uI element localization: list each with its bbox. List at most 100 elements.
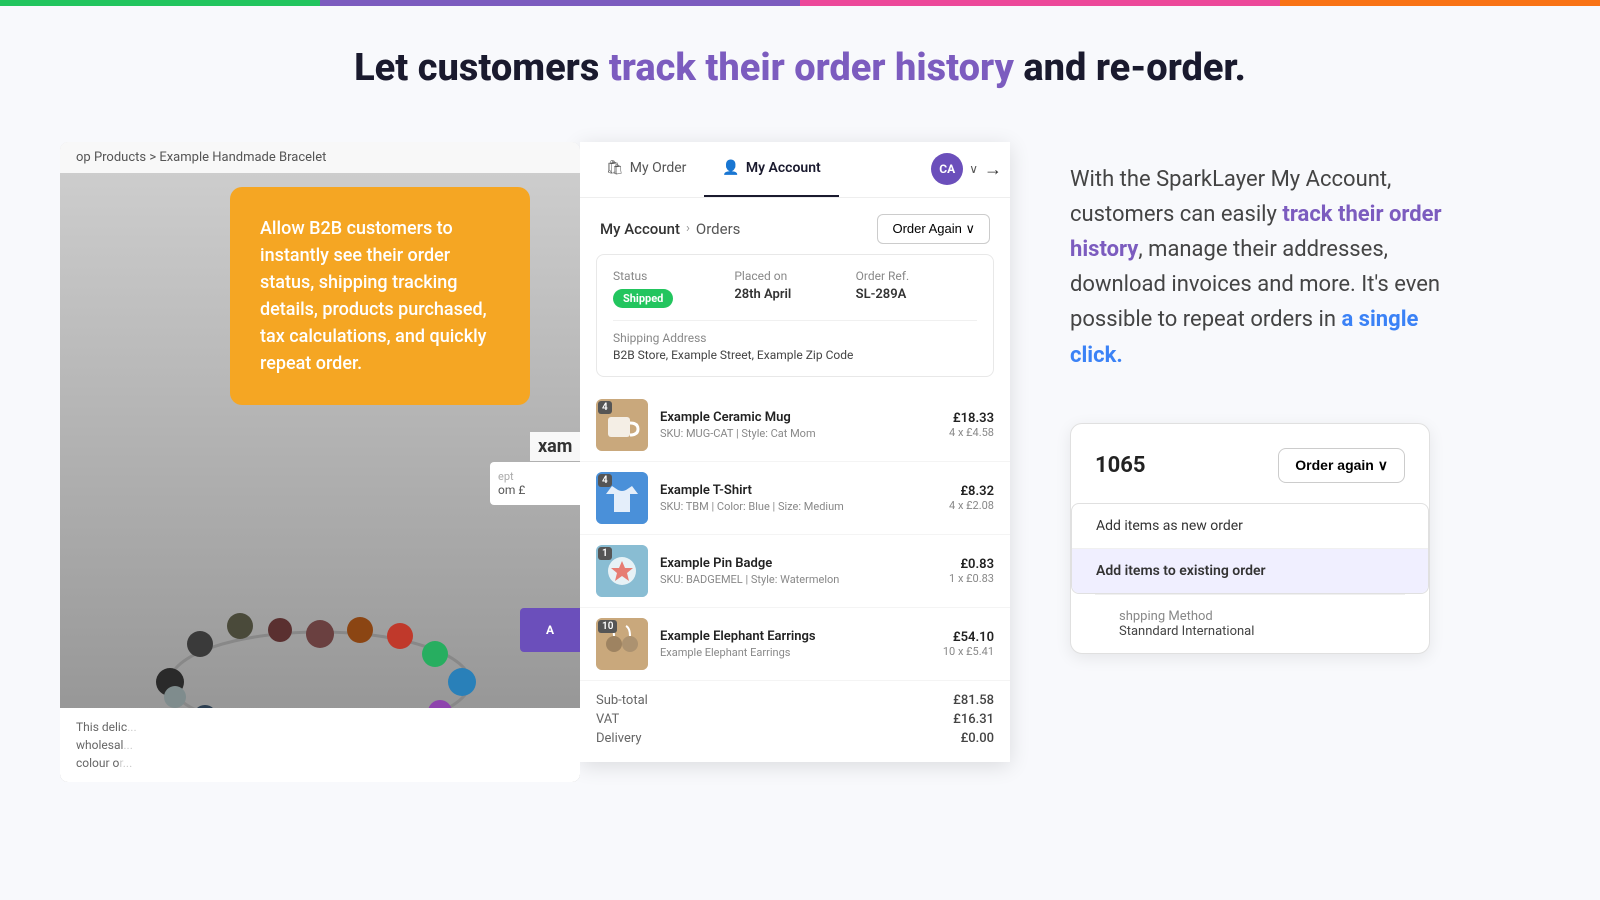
product-total-earrings: £54.10	[943, 630, 994, 645]
breadcrumb-my-account[interactable]: My Account	[600, 220, 680, 238]
product-total-mug: £18.33	[949, 411, 994, 426]
thumb-count: 10	[598, 620, 617, 633]
tab-my-order[interactable]: 🛍 My Order	[588, 142, 704, 197]
shipping-label-prefix: sh	[1119, 609, 1133, 624]
partial-price-overlay: ept om £	[490, 462, 580, 505]
breadcrumb-text: op Products > Example Handmade Bracelet	[76, 150, 326, 165]
product-info-tshirt: Example T-Shirt SKU: TBM | Color: Blue |…	[660, 483, 937, 513]
bar-orange	[1280, 0, 1600, 6]
product-sku-badge: SKU: BADGEMEL | Style: Watermelon	[660, 573, 937, 586]
list-item: 4 Example Ceramic Mug SKU: MUG-CAT | Sty…	[580, 389, 1010, 462]
bar-pink	[800, 0, 1280, 6]
new-order-label: Add items as new order	[1096, 518, 1243, 534]
shipping-addr: B2B Store, Example Street, Example Zip C…	[613, 348, 977, 362]
shipping-method-value: Stanndard International	[1119, 624, 1381, 639]
subtotal-value: £81.58	[953, 693, 994, 708]
order-again-button[interactable]: Order Again ∨	[877, 214, 990, 244]
partial-text3: colour or...	[76, 756, 564, 770]
partial-accept-text: ept	[498, 470, 572, 483]
right-column: With the SparkLayer My Account, customer…	[1010, 142, 1540, 674]
product-name-mug: Example Ceramic Mug	[660, 410, 937, 425]
product-unit-badge: 1 x £0.83	[949, 572, 994, 585]
shipping-label-text: pping Method	[1133, 609, 1213, 624]
product-thumb-earrings: 10	[596, 618, 648, 670]
left-column: op Products > Example Handmade Bracelet …	[60, 142, 580, 782]
headline: Let customers track their order history …	[60, 46, 1540, 92]
dropdown-item-new-order[interactable]: Add items as new order	[1072, 504, 1428, 549]
product-thumb-mug: 4	[596, 399, 648, 451]
partial-xam-text: xam	[530, 432, 580, 461]
product-name-earrings: Example Elephant Earrings	[660, 629, 931, 644]
tab-my-account[interactable]: 👤 My Account	[704, 142, 838, 197]
product-info-earrings: Example Elephant Earrings Example Elepha…	[660, 629, 931, 659]
avatar[interactable]: CA	[931, 153, 963, 185]
shipping-label: Shipping Address	[613, 331, 977, 345]
delivery-value: £0.00	[961, 731, 994, 746]
product-price-badge: £0.83 1 x £0.83	[949, 557, 994, 585]
headline-part1: Let customers	[354, 46, 609, 90]
product-name-badge: Example Pin Badge	[660, 556, 937, 571]
shipping-value-text: ndard International	[1145, 624, 1254, 639]
list-item: 1 Example Pin Badge SKU: BADGEMEL | Styl…	[580, 535, 1010, 608]
ref-label: Order Ref.	[856, 269, 977, 283]
ref-col: Order Ref. SL-289A	[856, 269, 977, 308]
placed-on-label: Placed on	[734, 269, 855, 283]
delivery-row: Delivery £0.00	[596, 731, 994, 746]
product-thumb-tshirt: 4	[596, 472, 648, 524]
existing-order-label: Add items to existing order	[1096, 563, 1266, 579]
product-price-earrings: £54.10 10 x £5.41	[943, 630, 994, 658]
subtotal-row: Sub-total £81.58	[596, 693, 994, 708]
thumb-count: 4	[598, 474, 612, 487]
headline-highlight: track their order history	[609, 46, 1014, 90]
product-total-tshirt: £8.32	[949, 484, 994, 499]
order-again-dropdown: Add items as new order Add items to exis…	[1071, 503, 1429, 594]
shipping-method-partial-label: shpping Method	[1119, 609, 1381, 624]
my-order-label: My Order	[630, 160, 687, 176]
product-name-tshirt: Example T-Shirt	[660, 483, 937, 498]
product-sku-earrings: Example Elephant Earrings	[660, 646, 931, 659]
product-thumb-badge: 1	[596, 545, 648, 597]
shipping-section: Shipping Address B2B Store, Example Stre…	[613, 320, 977, 362]
breadcrumb-orders: Orders	[696, 220, 741, 238]
order-again-trigger-label: Order again ∨	[1295, 457, 1388, 474]
vat-row: VAT £16.31	[596, 712, 994, 727]
nav-arrow-icon[interactable]: →	[984, 159, 1002, 180]
product-unit-earrings: 10 x £5.41	[943, 645, 994, 658]
vat-label: VAT	[596, 712, 619, 727]
order-meta: Status Shipped Placed on 28th April Orde…	[613, 269, 977, 308]
placed-on-value: 28th April	[734, 287, 855, 302]
product-unit-mug: 4 x £4.58	[949, 426, 994, 439]
account-panel: 🛍 My Order 👤 My Account CA ∨ → My Accou	[580, 142, 1010, 762]
totals-section: Sub-total £81.58 VAT £16.31 Delivery £0.…	[580, 681, 1010, 762]
status-label: Status	[613, 269, 734, 283]
tooltip-text: Allow B2B customers to instantly see the…	[260, 218, 487, 374]
shipping-value-prefix: Stan	[1119, 624, 1145, 639]
my-account-label: My Account	[746, 160, 821, 176]
user-icon: 👤	[722, 160, 739, 176]
delivery-label: Delivery	[596, 731, 642, 746]
dropdown-item-existing-order[interactable]: Add items to existing order	[1072, 549, 1428, 593]
status-badge: Shipped	[613, 289, 673, 308]
panel-breadcrumb: My Account › Orders Order Again ∨	[580, 198, 1010, 254]
avatar-chevron-icon[interactable]: ∨	[969, 162, 978, 176]
right-description: With the SparkLayer My Account, customer…	[1070, 162, 1470, 373]
list-item: 4 Example T-Shirt SKU: TBM | Color: Blue…	[580, 462, 1010, 535]
partial-add-btn[interactable]: A	[520, 608, 580, 652]
main-layout: op Products > Example Handmade Bracelet …	[60, 142, 1540, 782]
order-again-label: Order Again ∨	[892, 221, 975, 237]
product-sku-tshirt: SKU: TBM | Color: Blue | Size: Medium	[660, 500, 937, 513]
subtotal-label: Sub-total	[596, 693, 648, 708]
top-color-bar	[0, 0, 1600, 6]
bag-icon: 🛍	[606, 160, 624, 176]
account-nav: 🛍 My Order 👤 My Account CA ∨ →	[580, 142, 1010, 198]
order-again-trigger-button[interactable]: Order again ∨	[1278, 448, 1405, 483]
thumb-count: 1	[598, 547, 612, 560]
status-col: Status Shipped	[613, 269, 734, 308]
placed-on-col: Placed on 28th April	[734, 269, 855, 308]
page-wrapper: Let customers track their order history …	[0, 6, 1600, 822]
breadcrumb-chevron-icon: ›	[686, 221, 690, 236]
partial-bottom-ui: This delic... wholesal... colour or...	[60, 708, 580, 782]
thumb-count: 4	[598, 401, 612, 414]
partial-text2: wholesal...	[76, 738, 564, 752]
bar-purple	[320, 0, 800, 6]
